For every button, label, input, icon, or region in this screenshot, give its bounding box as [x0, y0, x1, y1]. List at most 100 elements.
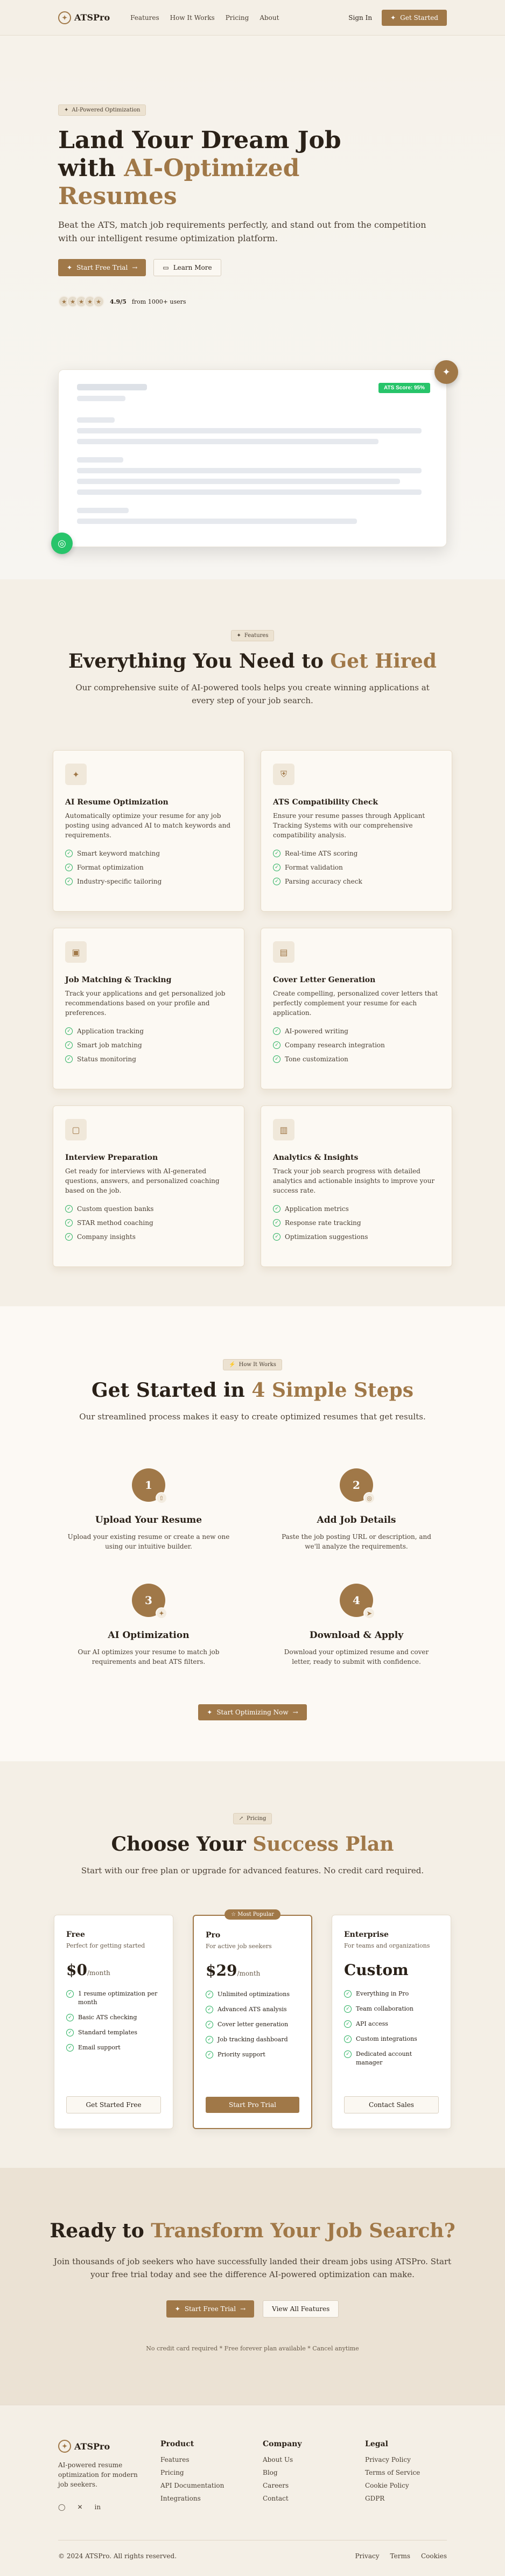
feature-card: ▤ Cover Letter Generation Create compell… [261, 928, 452, 1089]
feature-list: ✓ Custom question banks ✓ STAR method coac… [65, 1205, 232, 1241]
upload-icon: ⇧ [156, 1492, 167, 1504]
list-item-label: Company research integration [285, 1041, 385, 1049]
get-started-free-button[interactable]: Get Started Free [66, 2096, 161, 2113]
linkedin-icon[interactable]: in [95, 2503, 101, 2511]
final-cta-section: Ready to Transform Your Job Search? Join… [0, 2168, 505, 2405]
list-item-label: Email support [78, 2044, 121, 2051]
check-icon: ✓ [66, 2029, 74, 2036]
resume-preview-mockup: ATS Score: 95% ◎ ✦ [51, 360, 458, 554]
list-item: ✓ Everything in Pro [344, 1990, 439, 1998]
check-icon: ✓ [206, 2006, 213, 2013]
view-all-features-button[interactable]: View All Features [263, 2300, 339, 2318]
check-icon: ✓ [65, 1041, 73, 1049]
rating-text: from 1000+ users [131, 298, 186, 305]
footer-link[interactable]: GDPR [365, 2495, 446, 2502]
footer-link[interactable]: Blog [263, 2469, 365, 2476]
list-item-label: STAR method coaching [77, 1219, 153, 1227]
list-item: ✓ Status monitoring [65, 1055, 232, 1063]
start-free-trial-button[interactable]: ✦ Start Free Trial → [58, 259, 146, 276]
footer-link[interactable]: About Us [263, 2456, 365, 2463]
nav-link-how-it-works[interactable]: How It Works [170, 14, 215, 22]
feature-title: ATS Compatibility Check [273, 798, 378, 807]
list-item-label: Custom integrations [356, 2035, 417, 2042]
star-icon: ☆ [231, 1912, 238, 1917]
nav-link-features[interactable]: Features [130, 14, 159, 22]
list-item: ✓ Email support [66, 2043, 161, 2052]
footer-bottom-links: Privacy Terms Cookies [355, 2552, 447, 2560]
list-item-label: Response rate tracking [285, 1219, 361, 1227]
plan-desc: For active job seekers [206, 1943, 272, 1950]
list-item-label: Cover letter generation [218, 2021, 289, 2028]
check-icon: ✓ [273, 1233, 280, 1241]
start-optimizing-label: Start Optimizing Now [216, 1709, 289, 1716]
footer-bottom-link[interactable]: Privacy [355, 2552, 379, 2560]
footer-bottom-link[interactable]: Cookies [421, 2552, 447, 2560]
footer-product-column: Product Features Pricing API Documentati… [160, 2440, 263, 2511]
cta-start-free-trial-button[interactable]: ✦ Start Free Trial → [166, 2300, 255, 2318]
footer-link[interactable]: Privacy Policy [365, 2456, 446, 2463]
footer-bottom-link[interactable]: Terms [390, 2552, 410, 2560]
plan-period: /month [237, 1970, 261, 1977]
list-item-label: Everything in Pro [356, 1990, 409, 1997]
most-popular-badge: ☆ Most Popular [225, 1909, 280, 1920]
feature-desc: Ensure your resume passes through Applic… [273, 812, 425, 839]
plan-name: Pro [206, 1931, 221, 1940]
get-started-button[interactable]: ✦ Get Started [382, 9, 447, 26]
footer-link[interactable]: API Documentation [160, 2482, 263, 2489]
mock-line [77, 468, 422, 473]
arrow-right-icon: → [292, 1709, 298, 1716]
cta-title-plain: Ready to [50, 2220, 151, 2242]
check-icon: ✓ [344, 2005, 352, 2013]
how-it-works-section: ⚡ How It Works Get Started in 4 Simple S… [0, 1306, 505, 1761]
list-item: ✓ Priority support [206, 2050, 299, 2059]
footer-link[interactable]: Terms of Service [365, 2469, 446, 2476]
footer-heading: Legal [365, 2440, 388, 2448]
mock-line [77, 508, 129, 513]
arrow-right-icon: → [240, 2305, 246, 2313]
learn-more-button[interactable]: ▭ Learn More [153, 259, 221, 276]
start-optimizing-button[interactable]: ✦ Start Optimizing Now → [198, 1704, 307, 1720]
check-icon: ✓ [65, 864, 73, 871]
brand-logo[interactable]: ✦ ATSPro [58, 11, 110, 24]
list-item-label: Advanced ATS analysis [218, 2006, 287, 2013]
footer-link[interactable]: Contact [263, 2495, 365, 2502]
list-item: ✓ Application tracking [65, 1027, 232, 1035]
footer-logo[interactable]: ✦ ATSPro [58, 2440, 160, 2453]
list-item-label: Application tracking [77, 1027, 144, 1035]
nav-link-pricing[interactable]: Pricing [226, 14, 249, 22]
footer-link[interactable]: Careers [263, 2482, 365, 2489]
footer-link[interactable]: Cookie Policy [365, 2482, 446, 2489]
twitter-icon[interactable]: ✕ [77, 2503, 82, 2511]
list-item-label: Dedicated account manager [356, 2050, 412, 2066]
get-started-label: Get Started [400, 13, 438, 22]
contact-sales-button[interactable]: Contact Sales [344, 2096, 439, 2113]
mock-line [77, 457, 123, 463]
list-item-label: Parsing accuracy check [285, 878, 362, 885]
steps-title-plain: Get Started in [92, 1379, 252, 1402]
list-item-label: 1 resume optimization per month [78, 1990, 158, 2006]
top-nav: ✦ ATSPro Features How It Works Pricing A… [0, 0, 505, 36]
feature-list: ✓ Smart keyword matching ✓ Format optimiza… [65, 850, 232, 885]
features-title-accent: Get Hired [330, 650, 437, 673]
start-pro-trial-button[interactable]: Start Pro Trial [206, 2097, 299, 2113]
sign-in-link[interactable]: Sign In [348, 14, 372, 22]
list-item: ✓ Custom integrations [344, 2035, 439, 2043]
list-item: ✓ API access [344, 2020, 439, 2028]
check-icon: ✓ [65, 1055, 73, 1063]
github-icon[interactable]: ◯ [58, 2503, 65, 2511]
nav-links: Features How It Works Pricing About [130, 14, 279, 22]
check-icon: ✓ [66, 2044, 74, 2052]
sparkle-icon: ✦ [156, 1607, 167, 1619]
footer-link[interactable]: Features [160, 2456, 263, 2463]
footer-link[interactable]: Integrations [160, 2495, 263, 2502]
nav-link-about[interactable]: About [259, 14, 279, 22]
check-icon: ✓ [273, 1027, 280, 1035]
footer-link[interactable]: Pricing [160, 2469, 263, 2476]
check-icon: ✓ [273, 878, 280, 885]
step-item: 3 ✦ AI Optimization Our AI optimizes your… [53, 1584, 244, 1667]
mock-line [77, 519, 357, 524]
sparkle-icon: ✦ [236, 633, 241, 639]
check-icon: ✓ [65, 1233, 73, 1241]
step-number-label: 3 [145, 1594, 152, 1607]
step-item: 4 ➤ Download & Apply Download your optimi… [261, 1584, 452, 1667]
